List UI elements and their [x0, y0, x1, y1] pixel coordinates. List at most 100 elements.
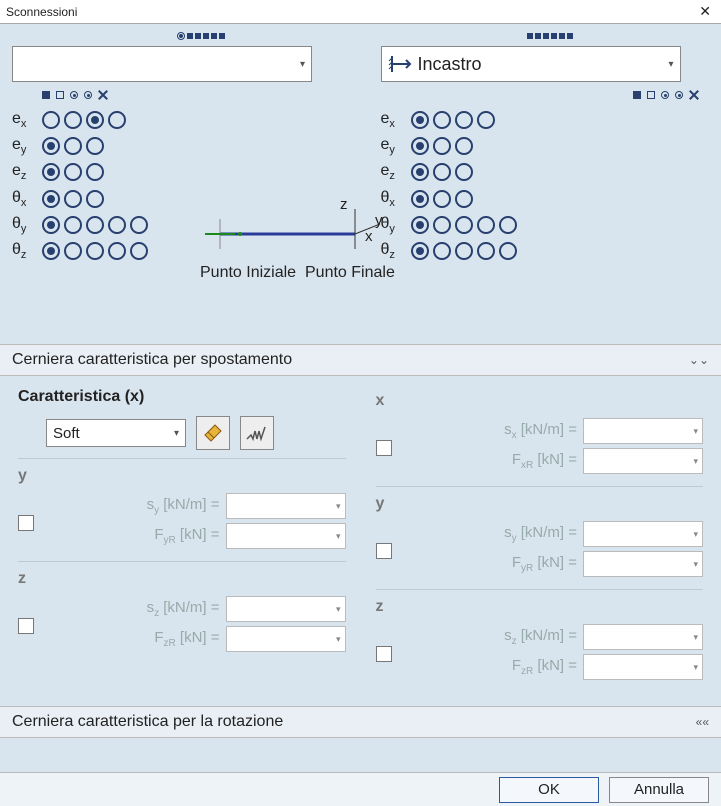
- chevron-down-icon: ▾: [693, 662, 698, 673]
- value-select[interactable]: ▾: [226, 596, 346, 622]
- end-type-select[interactable]: Incastro ▾: [381, 46, 681, 82]
- chevron-down-icon: ▾: [693, 529, 698, 540]
- field-row: FyR [kN] =▾: [50, 523, 346, 549]
- cancel-button[interactable]: Annulla: [609, 777, 709, 803]
- field-row: FzR [kN] =▾: [408, 654, 704, 680]
- dof-radio[interactable]: [499, 216, 517, 234]
- value-select[interactable]: ▾: [583, 521, 703, 547]
- field-row: sx [kN/m] =▾: [408, 418, 704, 444]
- dof-radio[interactable]: [64, 190, 82, 208]
- dof-radio[interactable]: [455, 190, 473, 208]
- dof-radio[interactable]: [477, 111, 495, 129]
- dof-radio[interactable]: [64, 242, 82, 260]
- dof-radio[interactable]: [433, 242, 451, 260]
- dof-radio[interactable]: [455, 242, 473, 260]
- y-head-right: y: [376, 495, 704, 513]
- dof-label: θx: [12, 189, 38, 209]
- start-type-select[interactable]: ▾: [12, 46, 312, 82]
- dof-label: θy: [381, 215, 407, 235]
- dof-radio[interactable]: [477, 242, 495, 260]
- value-select[interactable]: ▾: [583, 448, 703, 474]
- dof-row-right-t_x: θx: [381, 189, 710, 209]
- dof-radio[interactable]: [411, 216, 429, 234]
- dof-radio[interactable]: [42, 242, 60, 260]
- close-icon[interactable]: ✕: [695, 3, 715, 20]
- dof-radio[interactable]: [42, 216, 60, 234]
- dof-radio[interactable]: [130, 216, 148, 234]
- field-row: sy [kN/m] = ▾: [408, 521, 704, 547]
- field-label: sy [kN/m] =: [50, 496, 220, 516]
- section-rotation-header[interactable]: Cerniera caratteristica per la rotazione…: [0, 706, 721, 738]
- legend-top-right: [497, 32, 573, 40]
- dof-radio[interactable]: [455, 137, 473, 155]
- dof-radio[interactable]: [108, 111, 126, 129]
- dof-radio[interactable]: [86, 111, 104, 129]
- value-select[interactable]: ▾: [583, 654, 703, 680]
- dof-radio[interactable]: [42, 111, 60, 129]
- x-head-right: x: [376, 392, 704, 410]
- dof-radio[interactable]: [64, 111, 82, 129]
- value-select[interactable]: ▾: [583, 624, 703, 650]
- dof-radio[interactable]: [433, 216, 451, 234]
- dof-row-right-e_x: ex: [381, 110, 710, 130]
- enable-checkbox[interactable]: [376, 440, 392, 456]
- z-head-right: z: [376, 598, 704, 616]
- dof-radio[interactable]: [42, 190, 60, 208]
- dof-radio[interactable]: [86, 163, 104, 181]
- dof-row-left-e_z: ez: [12, 162, 341, 182]
- enable-checkbox[interactable]: [18, 515, 34, 531]
- dof-radio[interactable]: [42, 137, 60, 155]
- dof-radio[interactable]: [64, 137, 82, 155]
- dof-radio[interactable]: [455, 111, 473, 129]
- dof-radio[interactable]: [499, 242, 517, 260]
- characteristic-select[interactable]: Soft ▾: [46, 419, 186, 447]
- dof-radio[interactable]: [477, 216, 495, 234]
- value-select[interactable]: ▾: [583, 551, 703, 577]
- value-select[interactable]: ▾: [226, 493, 346, 519]
- dof-label: ey: [12, 136, 38, 156]
- value-select[interactable]: ▾: [226, 626, 346, 652]
- dof-radio[interactable]: [86, 137, 104, 155]
- value-select[interactable]: ▾: [226, 523, 346, 549]
- ok-button[interactable]: OK: [499, 777, 599, 803]
- enable-checkbox[interactable]: [376, 646, 392, 662]
- dof-radio[interactable]: [455, 216, 473, 234]
- dof-radio[interactable]: [108, 216, 126, 234]
- dof-radio[interactable]: [130, 242, 148, 260]
- dof-radio[interactable]: [455, 163, 473, 181]
- window-title: Sconnessioni: [6, 5, 77, 19]
- dof-radio[interactable]: [64, 216, 82, 234]
- dof-radio[interactable]: [42, 163, 60, 181]
- section-displacement-header[interactable]: Cerniera caratteristica per spostamento …: [0, 344, 721, 376]
- enable-checkbox[interactable]: [376, 543, 392, 559]
- dof-radio[interactable]: [433, 137, 451, 155]
- dof-radio[interactable]: [411, 111, 429, 129]
- dof-radio[interactable]: [411, 242, 429, 260]
- z-head-left: z: [18, 570, 346, 588]
- dof-radio[interactable]: [86, 190, 104, 208]
- cancel-label: Annulla: [634, 781, 684, 798]
- dof-radio[interactable]: [64, 163, 82, 181]
- dof-radio[interactable]: [108, 242, 126, 260]
- dof-radio[interactable]: [86, 242, 104, 260]
- enable-checkbox[interactable]: [18, 618, 34, 634]
- dof-radio[interactable]: [86, 216, 104, 234]
- chevron-down-icon: ▾: [693, 559, 698, 570]
- dof-radio[interactable]: [433, 190, 451, 208]
- material-icon-button[interactable]: [196, 416, 230, 450]
- field-label: sy [kN/m] =: [408, 524, 578, 544]
- value-select[interactable]: ▾: [583, 418, 703, 444]
- dof-radio[interactable]: [433, 111, 451, 129]
- dof-row-right-t_z: θz: [381, 241, 710, 261]
- dof-radio[interactable]: [433, 163, 451, 181]
- field-row: FzR [kN] =▾: [50, 626, 346, 652]
- section-rotation-title: Cerniera caratteristica per la rotazione: [12, 713, 283, 731]
- state-legend-right: [381, 90, 700, 100]
- dof-radio[interactable]: [411, 190, 429, 208]
- dof-radio[interactable]: [411, 163, 429, 181]
- dof-row-left-e_x: ex: [12, 110, 341, 130]
- spring-icon-button[interactable]: [240, 416, 274, 450]
- start-point-label: Punto Iniziale: [200, 264, 296, 282]
- dof-radio[interactable]: [411, 137, 429, 155]
- chevron-down-icon: ▾: [336, 501, 341, 512]
